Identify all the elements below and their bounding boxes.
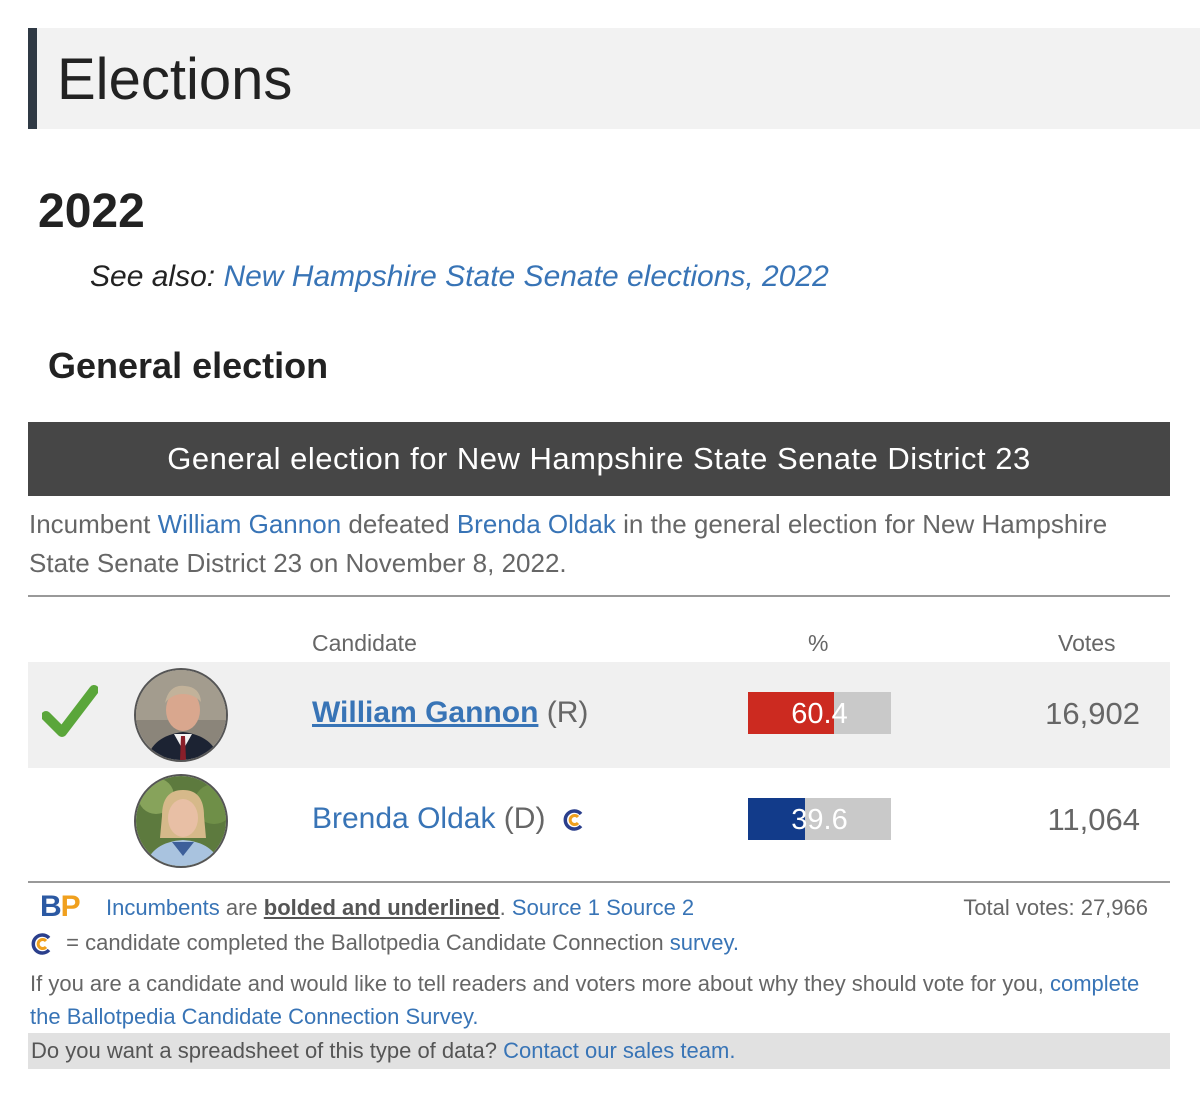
table-row: Brenda Oldak (D) 39.6 11,064 (28, 768, 1170, 874)
candidate-party: (D) (503, 802, 546, 835)
candidate-name-link[interactable]: Brenda Oldak (312, 802, 495, 835)
footer-legend: Incumbents are bolded and underlined. So… (106, 895, 695, 920)
vote-count: 16,902 (1045, 696, 1140, 731)
source-1-link[interactable]: Source 1 (512, 895, 600, 920)
year-heading: 2022 (38, 185, 145, 238)
see-also-prefix: See also: (90, 260, 216, 293)
candidate-connection-icon[interactable] (562, 808, 586, 832)
spreadsheet-banner: Do you want a spreadsheet of this type o… (28, 1033, 1170, 1069)
see-also: See also: New Hampshire State Senate ele… (90, 260, 829, 294)
summary-defeated-word: defeated (348, 509, 450, 539)
candidate-cell: William Gannon (R) (312, 696, 588, 730)
candidate-photo (134, 668, 228, 762)
general-election-heading: General election (48, 345, 329, 386)
candidate-survey-note: If you are a candidate and would like to… (30, 971, 1140, 1029)
ballotpedia-logo: BP (40, 890, 81, 923)
summary-winner-link[interactable]: William Gannon (158, 509, 342, 539)
percent-value: 39.6 (791, 804, 848, 836)
column-header-candidate: Candidate (312, 630, 417, 656)
contact-sales-link[interactable]: Contact our sales team. (503, 1038, 735, 1063)
candidate-name-link[interactable]: William Gannon (312, 696, 538, 729)
bolded-underlined-note: bolded and underlined (263, 895, 500, 920)
percent-bar: 60.4 (748, 692, 891, 734)
table-row: William Gannon (R) 60.4 16,902 (28, 662, 1170, 768)
survey-link[interactable]: survey. (670, 930, 739, 955)
vote-count: 11,064 (1047, 802, 1140, 837)
section-header: Elections (28, 28, 1200, 129)
total-votes: Total votes: 27,966 (963, 895, 1148, 920)
summary-incumbent-word: Incumbent (29, 509, 151, 539)
percent-bar: 39.6 (748, 798, 891, 840)
candidate-cell: Brenda Oldak (D) (312, 802, 586, 836)
race-summary: Incumbent William Gannon defeated Brenda… (29, 505, 1139, 583)
incumbents-link[interactable]: Incumbents (106, 895, 220, 920)
race-title-bar: General election for New Hampshire State… (28, 422, 1170, 496)
column-header-percent: % (808, 630, 829, 656)
candidate-photo (134, 774, 228, 868)
candidate-connection-note: = candidate completed the Ballotpedia Ca… (30, 930, 739, 956)
table-bottom-divider (28, 881, 1170, 883)
section-title: Elections (57, 47, 293, 112)
see-also-link[interactable]: New Hampshire State Senate elections, 20… (223, 260, 828, 293)
table-top-divider (28, 595, 1170, 597)
column-header-votes: Votes (1058, 630, 1116, 656)
checkmark-icon (42, 685, 98, 737)
percent-value: 60.4 (791, 698, 848, 730)
candidate-party: (R) (546, 696, 589, 729)
source-2-link[interactable]: Source 2 (606, 895, 694, 920)
candidate-connection-icon (31, 933, 51, 955)
summary-loser-link[interactable]: Brenda Oldak (457, 509, 616, 539)
